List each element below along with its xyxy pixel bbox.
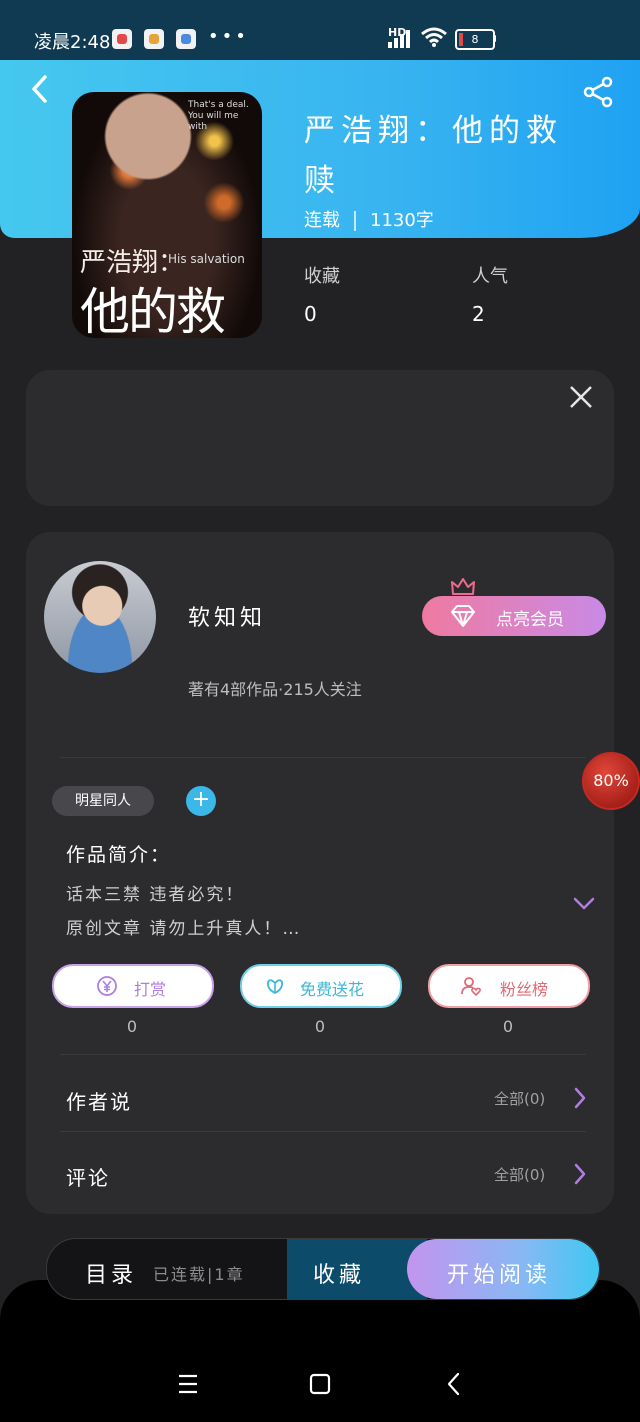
author-notes-label: 作者说 [66,1090,132,1114]
intro-heading: 作品简介： [66,844,172,866]
yen-coin-icon [97,976,117,996]
book-meta: 连载 1130字 [304,206,434,232]
back-icon[interactable] [26,74,56,104]
status-time: 凌晨2:48 [34,32,111,53]
collect-button[interactable]: 收藏 [287,1239,427,1299]
share-icon[interactable] [580,74,616,110]
divider [60,1054,586,1055]
avatar[interactable] [44,561,156,673]
comments-all: 全部(0) [494,1166,546,1184]
chevron-right-icon [574,1163,586,1185]
tip-count: 0 [126,1017,138,1036]
close-icon[interactable] [566,382,596,412]
more-notifications-icon: ••• [208,26,249,47]
start-reading-button[interactable]: 开始阅读 [407,1239,599,1299]
popularity-label: 人气 [472,266,508,287]
expand-chevron-icon[interactable] [572,896,596,912]
status-bar: 凌晨2:48 ••• HD 8 [0,0,640,60]
add-tag-button[interactable]: + [186,786,216,816]
notification-app-icon [112,29,132,49]
notification-app-icon [176,29,196,49]
battery-level [459,33,463,46]
divider [60,757,586,758]
wifi-icon [421,27,447,47]
chevron-right-icon [574,1087,586,1109]
menu-nav-icon[interactable] [168,1364,208,1404]
cover-quote: That's a deal. You will me with [188,100,249,132]
user-heart-icon [461,977,481,997]
author-notes-all: 全部(0) [494,1090,546,1108]
author-works-info: 著有4部作品·215人关注 [188,680,362,699]
signal-icon [388,30,410,48]
tip-label: 打赏 [134,980,167,999]
catalog-status: 已连载|1章 [153,1265,245,1284]
crown-icon [451,578,475,595]
fan-ranking-label: 粉丝榜 [500,980,549,999]
start-reading-label: 开始阅读 [447,1263,552,1288]
serial-status: 连载 [304,210,340,231]
genre-tag[interactable]: 明星同人 [52,786,154,816]
notification-app-icon [144,29,164,49]
comments-label: 评论 [66,1166,110,1190]
tip-button[interactable]: 打赏 [52,964,214,1008]
fan-count: 0 [502,1017,514,1036]
collect-label: 收藏 [313,1263,366,1288]
cover-english-title: His salvation [168,252,245,266]
popularity-count: 2 [472,302,485,326]
word-count: 1130字 [370,210,434,231]
author-name[interactable]: 软知知 [188,600,266,632]
favorites-label: 收藏 [304,266,340,287]
home-nav-icon[interactable] [300,1364,340,1404]
vip-button-label: 点亮会员 [496,610,564,630]
send-flower-button[interactable]: 免费送花 [240,964,402,1008]
reading-progress-badge[interactable]: 80% [582,752,640,810]
catalog-label: 目录 [85,1263,138,1288]
divider [60,1131,586,1132]
send-flower-label: 免费送花 [300,980,365,999]
book-cover[interactable]: That's a deal. You will me with 严浩翔： His… [72,92,262,338]
battery-tip [493,35,496,42]
cover-title: 他的救赎 [80,283,226,338]
back-nav-icon[interactable] [434,1364,474,1404]
intro-line: 话本三禁 违者必究！ [66,885,245,905]
bottom-dock: 目录 已连载|1章 收藏 开始阅读 [46,1238,600,1300]
meta-divider [354,211,356,231]
intro-line: 原创文章 请勿上升真人！… [66,919,302,939]
favorites-count: 0 [304,302,317,326]
ad-banner[interactable] [26,370,614,506]
flower-icon [266,979,284,995]
catalog-button[interactable]: 目录 已连载|1章 [47,1239,287,1299]
flower-count: 0 [314,1017,326,1036]
book-title: 严浩翔：他的救赎 [304,113,563,199]
fan-ranking-button[interactable]: 粉丝榜 [428,964,590,1008]
diamond-icon [451,605,475,627]
